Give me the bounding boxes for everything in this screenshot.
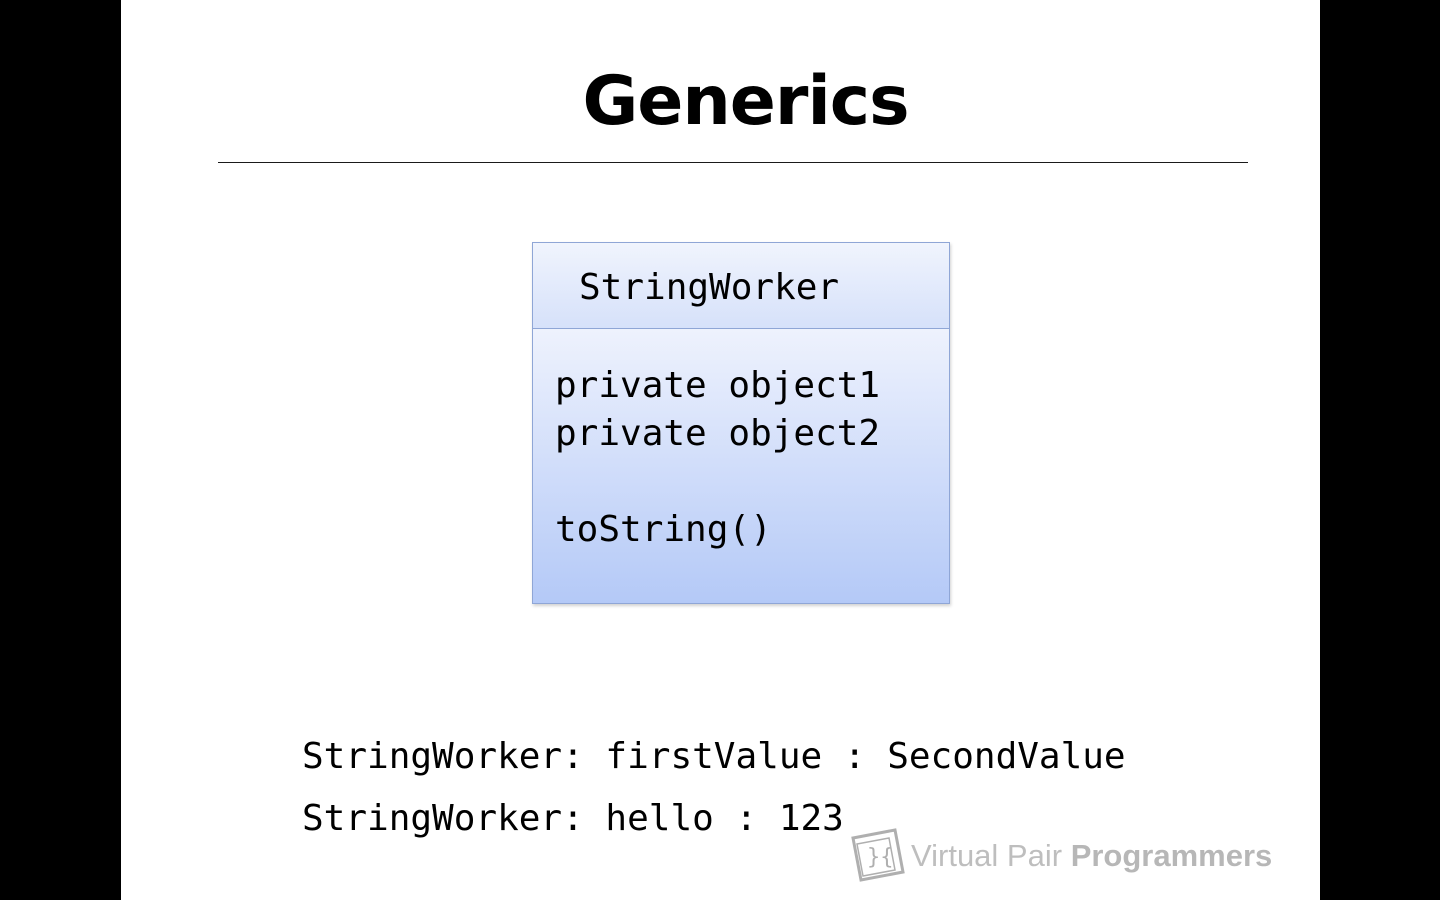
- video-frame: Generics StringWorker private object1 pr…: [0, 0, 1440, 900]
- uml-attribute: private object2: [555, 413, 881, 454]
- brackets-logo-icon: }{: [851, 828, 905, 882]
- uml-class-box: StringWorker private object1 private obj…: [532, 242, 950, 604]
- uml-class-name: StringWorker: [579, 267, 840, 308]
- watermark-name-light: Virtual Pair: [911, 838, 1063, 873]
- output-line: StringWorker: hello : 123: [302, 798, 844, 839]
- uml-class-name-compartment: StringWorker: [533, 243, 949, 329]
- uml-attribute: private object1: [555, 365, 881, 406]
- output-line: StringWorker: firstValue : SecondValue: [302, 736, 1126, 777]
- uml-method: toString(): [555, 509, 772, 550]
- watermark: }{ Virtual Pair Programmers: [849, 828, 1272, 884]
- slide-title: Generics: [582, 62, 909, 141]
- uml-members-compartment: private object1 private object2 toString…: [533, 329, 949, 603]
- slide: Generics StringWorker private object1 pr…: [121, 0, 1320, 900]
- watermark-text: Virtual Pair Programmers: [911, 828, 1272, 884]
- title-divider: [218, 162, 1248, 163]
- watermark-name-bold: Programmers: [1070, 838, 1273, 873]
- svg-text:}{: }{: [867, 845, 894, 870]
